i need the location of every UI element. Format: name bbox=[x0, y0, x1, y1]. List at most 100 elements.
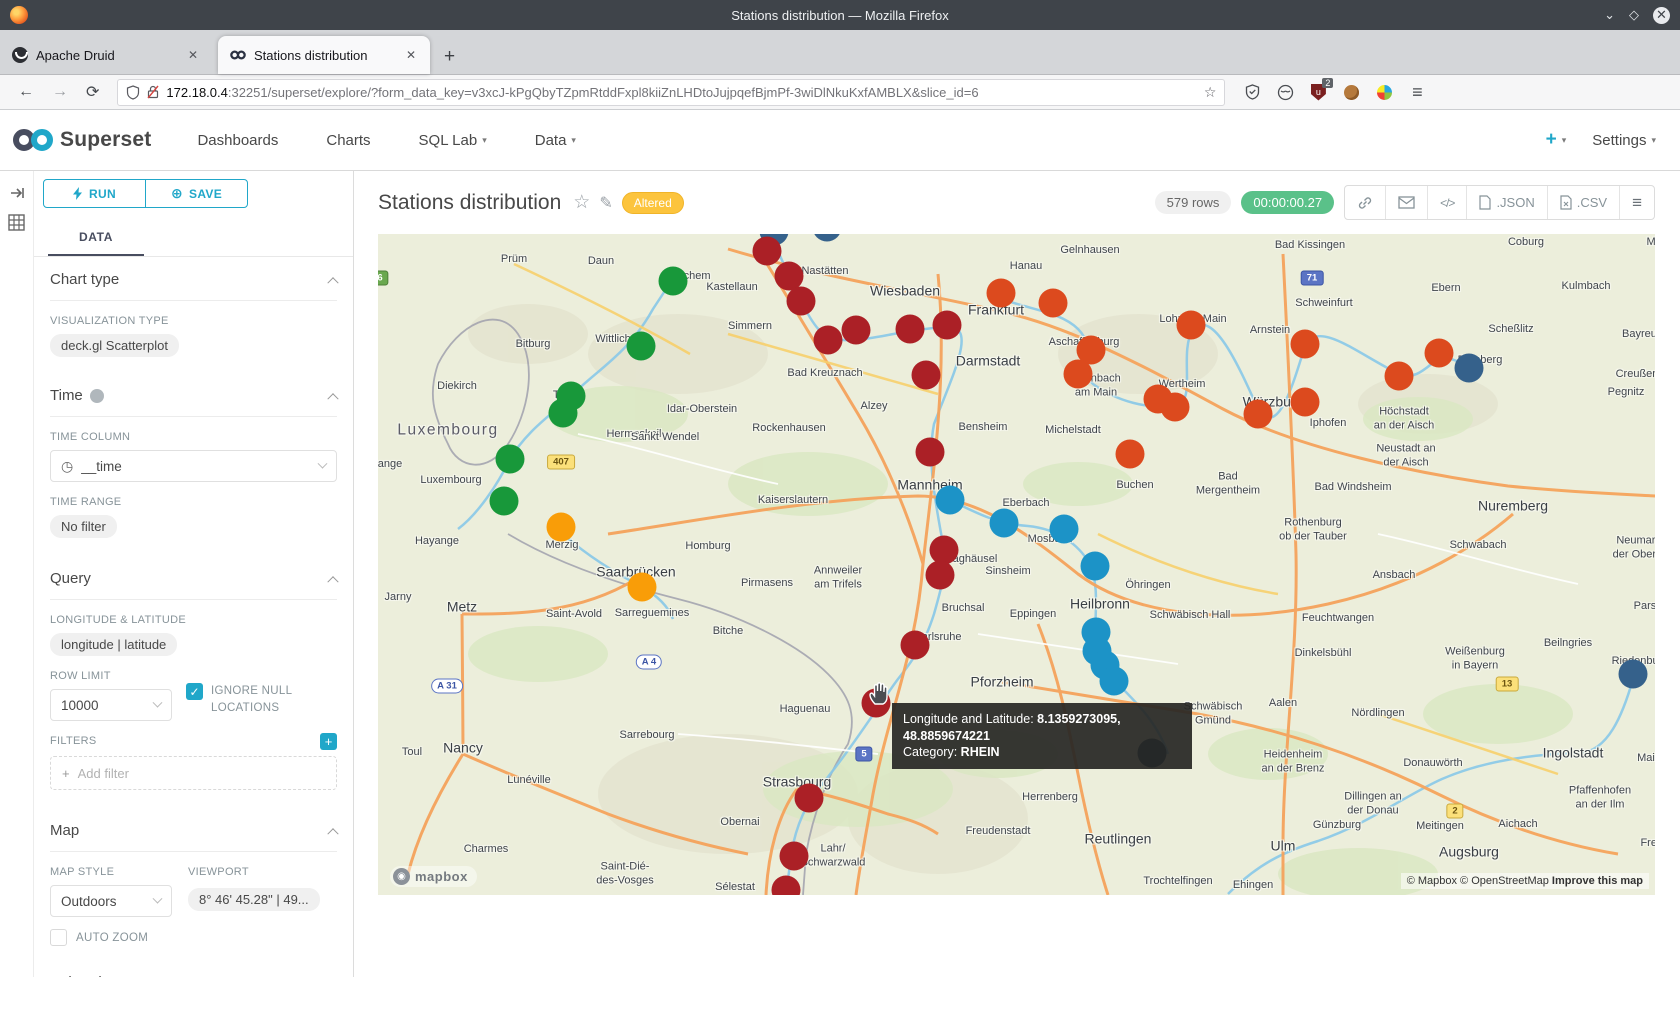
scatter-point-main[interactable] bbox=[1177, 311, 1206, 340]
bookmark-star-icon[interactable]: ☆ bbox=[1204, 84, 1217, 101]
tab-close-icon[interactable]: ✕ bbox=[402, 46, 420, 64]
nav-sql-lab[interactable]: SQL Lab▾ bbox=[419, 132, 487, 149]
auto-zoom-checkbox[interactable] bbox=[50, 929, 67, 946]
add-filter-plus-button[interactable]: + bbox=[320, 733, 337, 750]
scatter-point-neckar[interactable] bbox=[990, 509, 1019, 538]
export-csv-button[interactable]: .CSV bbox=[1548, 186, 1620, 219]
reload-button[interactable]: ⟳ bbox=[86, 82, 99, 102]
scatter-point-rhein[interactable] bbox=[787, 287, 816, 316]
scatter-point-main[interactable] bbox=[1039, 289, 1068, 318]
privacy-mask-icon[interactable] bbox=[1276, 83, 1294, 101]
scatter-point-mosel[interactable] bbox=[490, 487, 519, 516]
section-time[interactable]: Time bbox=[50, 373, 337, 416]
tab-apache-druid[interactable]: Apache Druid ✕ bbox=[0, 36, 212, 74]
map-city-label: Bad Windsheim bbox=[1314, 481, 1391, 495]
plasma-integration-icon[interactable] bbox=[1375, 83, 1393, 101]
settings-menu[interactable]: Settings▾ bbox=[1592, 132, 1656, 149]
share-link-button[interactable] bbox=[1345, 186, 1386, 219]
scatter-point-neckar[interactable] bbox=[1100, 667, 1129, 696]
section-query[interactable]: Query bbox=[50, 556, 337, 599]
chart-menu-button[interactable]: ≡ bbox=[1620, 186, 1654, 219]
scatter-point-main[interactable] bbox=[1425, 339, 1454, 368]
scatter-point-main[interactable] bbox=[1161, 393, 1190, 422]
tab-data[interactable]: DATA bbox=[48, 222, 144, 256]
mapbox-logo[interactable]: ◉ mapbox bbox=[390, 866, 477, 887]
edit-properties-icon[interactable]: ✎ bbox=[599, 193, 612, 213]
nav-data[interactable]: Data▾ bbox=[535, 132, 576, 149]
nav-dashboards[interactable]: Dashboards bbox=[197, 132, 278, 149]
forward-button[interactable]: → bbox=[52, 83, 68, 101]
scatter-point-mosel[interactable] bbox=[659, 267, 688, 296]
lonlat-value[interactable]: longitude | latitude bbox=[50, 633, 177, 656]
scatter-point-rhein[interactable] bbox=[842, 316, 871, 345]
email-button[interactable] bbox=[1386, 186, 1428, 219]
ublock-icon[interactable]: u2 bbox=[1309, 83, 1327, 101]
window-minimize-button[interactable]: ⌄ bbox=[1604, 7, 1615, 23]
run-button[interactable]: RUN bbox=[44, 180, 146, 207]
new-item-button[interactable]: +▾ bbox=[1546, 129, 1567, 151]
scatter-point-mosel[interactable] bbox=[496, 445, 525, 474]
scatter-point-neckar[interactable] bbox=[936, 486, 965, 515]
window-close-button[interactable]: ✕ bbox=[1653, 7, 1670, 24]
scatter-point-donau[interactable] bbox=[1619, 660, 1648, 689]
scatter-point-saar[interactable] bbox=[628, 573, 657, 602]
scatter-point-rhein[interactable] bbox=[753, 237, 782, 266]
scatter-point-main[interactable] bbox=[1385, 362, 1414, 391]
time-column-select[interactable]: ◷ __time bbox=[50, 450, 337, 482]
url-field[interactable]: 172.18.0.4:32251/superset/explore/?form_… bbox=[117, 79, 1225, 106]
scatter-point-main[interactable] bbox=[1291, 330, 1320, 359]
scatter-point-main[interactable] bbox=[987, 279, 1016, 308]
save-button[interactable]: ⊕ SAVE bbox=[146, 180, 247, 207]
scatter-point-main[interactable] bbox=[1116, 440, 1145, 469]
dataset-grid-icon[interactable] bbox=[8, 214, 25, 231]
favorite-star-icon[interactable]: ☆ bbox=[573, 191, 590, 214]
tab-stations-distribution[interactable]: Stations distribution ✕ bbox=[218, 36, 430, 74]
section-chart-type[interactable]: Chart type bbox=[50, 257, 337, 300]
map-attribution[interactable]: © Mapbox © OpenStreetMap Improve this ma… bbox=[1401, 873, 1649, 889]
scatter-point-main[interactable] bbox=[1064, 360, 1093, 389]
cookie-editor-icon[interactable] bbox=[1342, 83, 1360, 101]
scatter-point-rhein[interactable] bbox=[896, 315, 925, 344]
section-map[interactable]: Map bbox=[50, 808, 337, 851]
add-filter-box[interactable]: + Add filter bbox=[50, 756, 337, 790]
scatter-point-mosel[interactable] bbox=[549, 399, 578, 428]
time-range-value[interactable]: No filter bbox=[50, 515, 117, 538]
ignore-null-checkbox[interactable]: ✓ bbox=[186, 683, 203, 700]
improve-map-link[interactable]: Improve this map bbox=[1552, 875, 1643, 887]
new-tab-button[interactable]: + bbox=[444, 46, 455, 68]
window-maximize-button[interactable]: ◇ bbox=[1629, 7, 1639, 23]
export-json-button[interactable]: .JSON bbox=[1467, 186, 1547, 219]
section-point-size[interactable]: Point Size bbox=[50, 960, 337, 977]
scatter-point-donau[interactable] bbox=[1455, 354, 1484, 383]
scatter-point-rhein[interactable] bbox=[912, 361, 941, 390]
scatter-point-rhein[interactable] bbox=[933, 311, 962, 340]
row-limit-select[interactable]: 10000 bbox=[50, 689, 172, 721]
altered-badge[interactable]: Altered bbox=[622, 192, 684, 214]
scatter-point-rhein[interactable] bbox=[926, 561, 955, 590]
scatter-point-mosel[interactable] bbox=[627, 332, 656, 361]
deckgl-map[interactable]: PrümDaunCochemNastättenKastellaunHanauGe… bbox=[378, 234, 1655, 895]
scatter-point-rhein[interactable] bbox=[814, 326, 843, 355]
scatter-point-main[interactable] bbox=[1244, 400, 1273, 429]
expand-dataset-panel-icon[interactable] bbox=[9, 185, 25, 201]
superset-logo[interactable]: Superset bbox=[12, 126, 151, 154]
scatter-point-neckar[interactable] bbox=[1050, 515, 1079, 544]
scatter-point-main[interactable] bbox=[1291, 388, 1320, 417]
map-style-select[interactable]: Outdoors bbox=[50, 885, 172, 917]
scatter-point-rhein[interactable] bbox=[901, 631, 930, 660]
embed-code-button[interactable]: </> bbox=[1428, 186, 1467, 219]
tab-close-icon[interactable]: ✕ bbox=[184, 46, 202, 64]
scatter-point-rhein[interactable] bbox=[916, 438, 945, 467]
scatter-point-rhein[interactable] bbox=[795, 784, 824, 813]
viewport-value[interactable]: 8° 46' 45.28" | 49... bbox=[188, 888, 320, 911]
chevron-up-icon bbox=[327, 393, 338, 404]
scatter-point-rhein[interactable] bbox=[780, 842, 809, 871]
pocket-shield-icon[interactable] bbox=[1243, 83, 1261, 101]
nav-charts[interactable]: Charts bbox=[326, 132, 370, 149]
back-button[interactable]: ← bbox=[18, 83, 34, 101]
menu-hamburger-icon[interactable]: ≡ bbox=[1408, 83, 1426, 101]
viz-type-value[interactable]: deck.gl Scatterplot bbox=[50, 334, 179, 357]
scatter-point-neckar[interactable] bbox=[1081, 552, 1110, 581]
plus-icon: + bbox=[62, 766, 70, 781]
scatter-point-saar[interactable] bbox=[547, 513, 576, 542]
